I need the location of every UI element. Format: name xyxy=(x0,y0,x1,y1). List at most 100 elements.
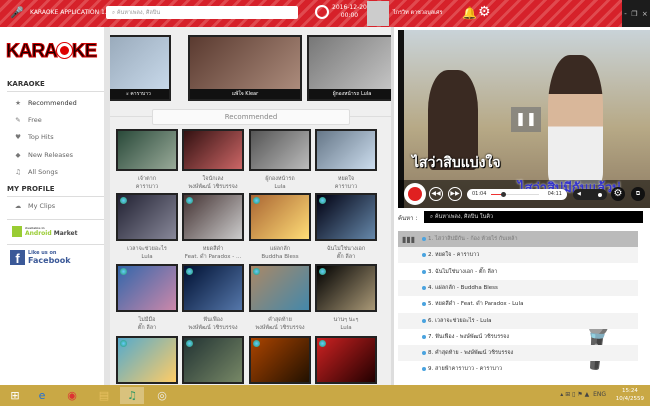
volume-knob[interactable] xyxy=(597,193,602,197)
record-button[interactable] xyxy=(404,183,426,205)
song-title: ฟันเฟือง xyxy=(203,317,223,323)
restore-button[interactable]: ❐ xyxy=(631,10,637,18)
song-caption[interactable]: ฉันไม่ใช่นางเอก ตั๊ก ลีลา xyxy=(311,245,381,261)
song-caption[interactable]: นานๆ นะๆ Lula xyxy=(311,316,381,332)
microphone-icon: ✎ xyxy=(15,116,21,124)
settings-gear-icon[interactable]: ⚙ xyxy=(611,187,625,201)
song-thumbnail[interactable] xyxy=(249,336,311,384)
song-thumbnail[interactable] xyxy=(116,336,178,384)
song-caption[interactable]: แผ่ลกลัก Buddha Bless xyxy=(245,245,315,261)
song-title: คำสุดท้าย xyxy=(268,317,292,323)
queue-item[interactable]: 3. ฉันไม่ใช่นางเอก - ตั๊ก ลีลา xyxy=(398,264,638,280)
language-indicator[interactable]: ENG xyxy=(593,391,606,398)
taskbar-clock[interactable]: 15:24 10/4/2559 xyxy=(616,387,644,403)
search-input[interactable]: ⌕ ค้นหาเพลง, ศิลปิน xyxy=(106,6,298,19)
song-thumbnail[interactable] xyxy=(249,193,311,241)
internet-explorer-icon[interactable]: e xyxy=(30,387,54,404)
pause-button[interactable]: ❚❚ xyxy=(511,107,541,132)
song-artist: พงษ์พัฒน์ วชิรบรรจง xyxy=(188,325,238,331)
sidebar-item-my-clips[interactable]: ☁ My Clips xyxy=(14,202,55,210)
title-bar: 🎤 KARAOKE APPLICATION 1.0.0 ⌕ ค้นหาเพลง,… xyxy=(0,0,650,27)
song-thumbnail[interactable] xyxy=(315,264,377,312)
featured-thumbnail[interactable]: ผู้กองหน้ารถ Lula xyxy=(307,35,391,101)
featured-thumbnail[interactable]: แพ้ใจ Klear xyxy=(188,35,302,101)
gear-icon[interactable]: ⚙ xyxy=(478,4,491,20)
song-thumbnail[interactable] xyxy=(182,129,244,171)
song-caption[interactable]: หยดใจ คาราบาว xyxy=(311,175,381,191)
song-thumbnail[interactable] xyxy=(315,193,377,241)
globe-icon xyxy=(186,268,193,275)
song-caption[interactable]: เวลาจะช่วยอะไร Lula xyxy=(112,245,182,261)
progress-knob[interactable] xyxy=(501,192,506,197)
queue-list: 1. ไสว่าสิบ่มีกัน - ก้อง ห้วยไร่ กับเหล้… xyxy=(394,231,650,381)
song-caption[interactable]: ผู้กองหน้ารถ Lula xyxy=(245,175,315,191)
queue-item[interactable]: 9. สายฟ้าคาราบาว - คาราบาว xyxy=(398,361,638,377)
minimize-button[interactable]: - xyxy=(624,10,627,18)
android-market-link[interactable]: Available in Android Market xyxy=(12,225,78,237)
queue-item[interactable]: 1. ไสว่าสิบ่มีกัน - ก้อง ห้วยไร่ กับเหล้… xyxy=(398,231,638,247)
song-thumbnail[interactable] xyxy=(315,129,377,171)
queue-item[interactable]: 7. ฟันเฟือง - พงษ์พัฒน์ วชิรบรรจง xyxy=(398,329,638,345)
queue-item[interactable]: 2. หยดใจ - คาราบาว xyxy=(398,247,638,264)
avatar[interactable] xyxy=(367,1,389,26)
song-caption[interactable]: หยดสีดำ Feat. ดำ Paradox - ... xyxy=(178,245,248,261)
chrome-icon[interactable]: ◉ xyxy=(60,387,84,404)
featured-thumbnail[interactable]: ะ คาราบาว xyxy=(110,35,171,101)
song-caption[interactable]: ฟันเฟืองพงษ์พัฒน์ วชิรบรรจง xyxy=(178,316,248,332)
progress-bar[interactable]: 01:04 04:11 xyxy=(467,189,567,200)
song-thumbnail[interactable] xyxy=(116,193,178,241)
divider xyxy=(7,219,104,220)
queue-item[interactable]: 5. หยดสีดำ - Feat. ดำ Paradox - Lula xyxy=(398,296,638,312)
clock-icon xyxy=(315,5,329,19)
video-player[interactable]: ❚❚ ไสว่าสิบแบ่งใจ ไสว่าสิบ่มีกันแล้วบ่ ◀… xyxy=(398,30,650,208)
queue-item[interactable]: 6. เวลาจะช่วยอะไร - Lula xyxy=(398,312,638,329)
sidebar-item-free[interactable]: ✎ Free xyxy=(14,116,42,124)
song-caption[interactable]: ไม่มีมือ ตั๊ก ลีลา xyxy=(112,316,182,332)
popout-icon[interactable]: ⧉ xyxy=(631,187,645,201)
song-caption[interactable]: เจ้าตาก คาราบาว xyxy=(112,175,182,191)
cloud-icon: ☁ xyxy=(14,202,22,210)
bell-icon[interactable]: 🔔 xyxy=(462,6,477,20)
microphone-icon: 🎤 xyxy=(10,6,24,19)
song-thumbnail[interactable] xyxy=(116,129,178,171)
user-name[interactable]: ไกรวิท ตาชวอบุลเศร xyxy=(393,9,442,17)
speaker-icon: ◀ xyxy=(577,191,581,197)
song-artist: ตั๊ก ลีลา xyxy=(137,325,157,331)
song-thumbnail[interactable] xyxy=(249,129,311,171)
song-thumbnail[interactable] xyxy=(249,264,311,312)
sidebar-item-new-releases[interactable]: ◆ New Releases xyxy=(14,151,74,159)
queue-search-input[interactable]: ⌕ ค้นหาเพลง, ศิลปิน ในคิว xyxy=(424,211,643,223)
taskbar: ⊞ e ◉ ▤ ♫ ◎ ▴ ⊞ ▯ ⚑ ▲ ENG 15:24 10/4/2559 xyxy=(0,385,650,406)
sidebar-item-recommended[interactable]: ★ Recommended xyxy=(14,99,77,107)
facebook-link[interactable]: f Like us on Facebook xyxy=(10,249,71,266)
song-thumbnail[interactable] xyxy=(116,264,178,312)
windows-start-icon[interactable]: ⊞ xyxy=(3,387,27,404)
queue-search-label: ค้นหา : xyxy=(398,215,418,222)
sidebar-item-top-hits[interactable]: ♥ Top Hits xyxy=(14,133,54,141)
forward-button[interactable]: ▶▶ xyxy=(448,187,462,201)
queue-item[interactable]: 4. แผ่ลกลัก - Buddha Bless xyxy=(398,279,638,296)
volume-slider[interactable]: ◀ xyxy=(573,189,607,200)
time: 00:00 xyxy=(340,12,359,19)
karaoke-app-taskbar-icon[interactable]: ♫ xyxy=(120,387,144,404)
song-caption[interactable]: ใจนักเลง พงษ์พัฒน์ วชิรบรรจง xyxy=(178,175,248,191)
android-market: Market xyxy=(53,230,78,237)
close-button[interactable]: × xyxy=(642,10,648,18)
android-bag-icon xyxy=(12,225,22,237)
song-thumbnail[interactable] xyxy=(182,193,244,241)
rewind-button[interactable]: ◀◀ xyxy=(429,187,443,201)
song-thumbnail[interactable] xyxy=(182,264,244,312)
app-title: KARAOKE APPLICATION 1.0.0 xyxy=(30,9,117,16)
queue-item[interactable]: 8. คำสุดท้าย - พงษ์พัฒน์ วชิรบรรจง xyxy=(398,345,638,362)
song-title: ใจนักเลง xyxy=(202,176,224,182)
lyric-line-1: ไสว่าสิบแบ่งใจ xyxy=(412,155,501,171)
song-thumbnail[interactable] xyxy=(182,336,244,384)
app-icon[interactable]: ◎ xyxy=(150,387,174,404)
star-icon: ★ xyxy=(15,99,21,107)
song-caption[interactable]: คำสุดท้าย พงษ์พัฒน์ วชิรบรรจง xyxy=(245,316,315,332)
file-explorer-icon[interactable]: ▤ xyxy=(92,387,116,404)
sidebar-item-all-songs[interactable]: ♫ All Songs xyxy=(14,168,58,176)
player-controls: ไสว่าสิบ่มีกันแล้วบ่ ◀◀ ▶▶ 01:04 04:11 ◀… xyxy=(398,180,650,208)
player-panel: ❚❚ ไสว่าสิบแบ่งใจ ไสว่าสิบ่มีกันแล้วบ่ ◀… xyxy=(391,27,650,385)
song-thumbnail[interactable] xyxy=(315,336,377,384)
